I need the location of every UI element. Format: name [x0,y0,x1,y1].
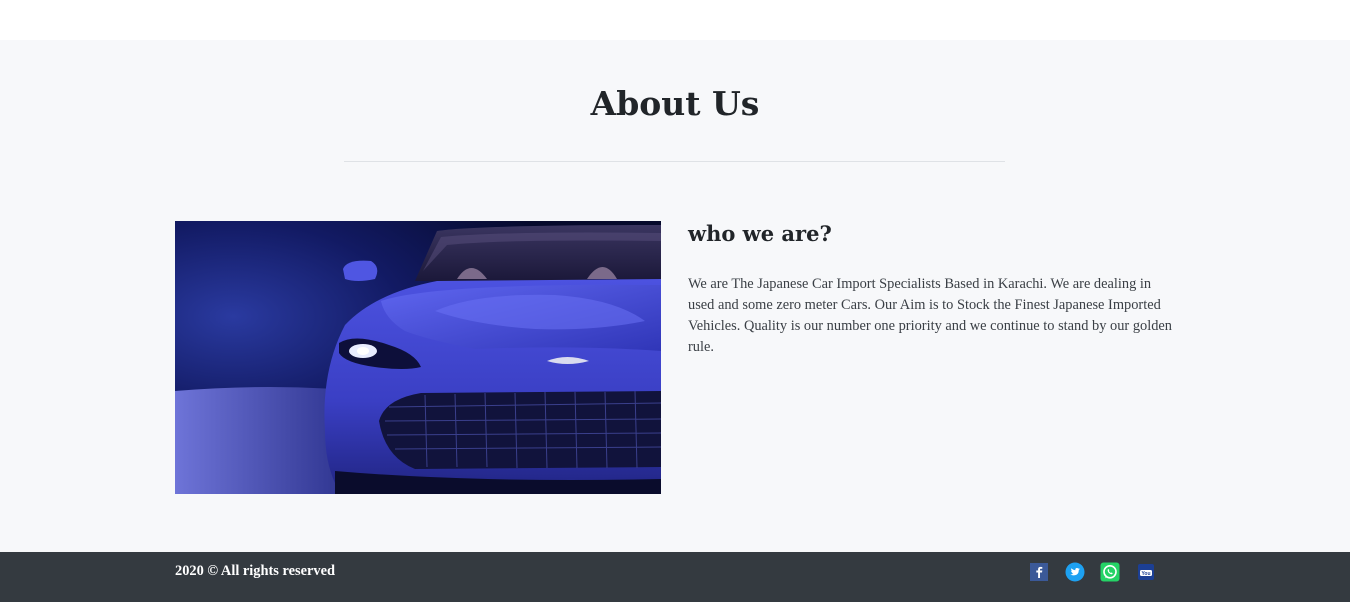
whatsapp-icon[interactable] [1100,562,1120,582]
who-we-are-heading: who we are? [688,221,832,246]
facebook-icon[interactable] [1029,562,1049,582]
twitter-icon[interactable] [1065,562,1085,582]
car-image [175,221,661,494]
youtube-icon[interactable]: You [1136,562,1156,582]
about-description: We are The Japanese Car Import Specialis… [688,276,1172,355]
title-divider [344,161,1005,162]
svg-text:You: You [1141,571,1150,577]
footer: 2020 © All rights reserved You [0,552,1350,602]
top-bar [0,0,1350,40]
page-title: About Us [590,84,760,123]
copyright-text: 2020 © All rights reserved [175,563,335,579]
about-section: About Us who we are? We are The Japanese… [0,40,1350,552]
